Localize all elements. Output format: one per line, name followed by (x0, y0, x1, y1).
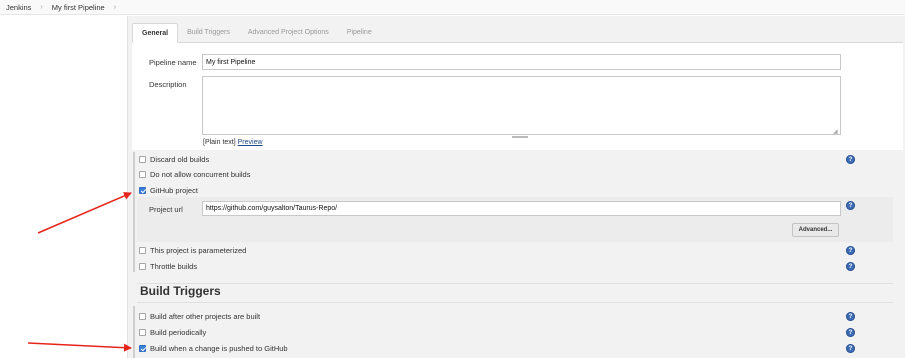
arrow-to-github-project-icon (37, 192, 132, 234)
annotation-arrows (27, 192, 132, 352)
arrow-to-github-push-trigger-icon (27, 342, 132, 352)
